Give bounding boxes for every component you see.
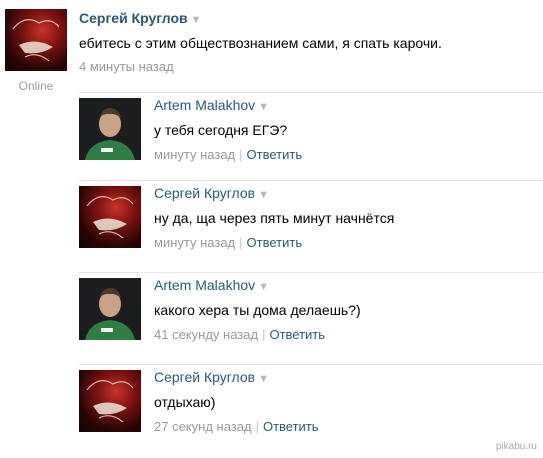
chevron-down-icon[interactable]: ▼: [258, 189, 269, 201]
reply-text: у тебя сегодня ЕГЭ?: [154, 122, 288, 138]
avatar[interactable]: [79, 98, 141, 160]
reply-author[interactable]: Artem Malakhov ▼: [154, 277, 269, 293]
reply-button[interactable]: Ответить: [247, 235, 303, 250]
avatar-art-image: [86, 380, 134, 423]
reply-button[interactable]: Ответить: [247, 147, 303, 162]
reply-timestamp[interactable]: 41 секунду назад: [154, 327, 258, 342]
avatar-art-image: [86, 196, 134, 239]
reply-meta: минуту назад | Ответить: [154, 235, 302, 250]
watermark: pikabu.ru: [495, 441, 537, 452]
chevron-down-icon[interactable]: ▼: [258, 281, 269, 293]
separator: |: [239, 235, 243, 250]
post-author[interactable]: Сергей Круглов ▼: [79, 10, 202, 26]
separator: |: [239, 147, 243, 162]
reply-item: Artem Malakhov ▼ какого хера ты дома дела…: [79, 272, 543, 366]
reply-button[interactable]: Ответить: [269, 327, 325, 342]
reply-button[interactable]: Ответить: [263, 419, 319, 434]
reply-item: Сергей Круглов ▼ ну да, ща через пять мин…: [79, 180, 543, 274]
reply-author[interactable]: Artem Malakhov ▼: [154, 97, 269, 113]
avatar-art-image: [12, 19, 60, 62]
reply-author-name[interactable]: Сергей Круглов: [154, 369, 255, 385]
post-text: ебитесь с этим обществознанием сами, я с…: [79, 35, 442, 51]
separator: |: [262, 327, 266, 342]
chevron-down-icon[interactable]: ▼: [258, 101, 269, 113]
separator: |: [255, 419, 259, 434]
reply-meta: 41 секунду назад | Ответить: [154, 327, 325, 342]
reply-author-name[interactable]: Artem Malakhov: [154, 97, 255, 113]
reply-item: Сергей Круглов ▼ отдыхаю) 27 секунд назад…: [79, 364, 543, 458]
avatar[interactable]: [5, 9, 67, 71]
reply-author-name[interactable]: Artem Malakhov: [154, 277, 255, 293]
post-author-name[interactable]: Сергей Круглов: [79, 10, 188, 26]
reply-meta: минуту назад | Ответить: [154, 147, 302, 162]
reply-author[interactable]: Сергей Круглов ▼: [154, 185, 269, 201]
reply-timestamp[interactable]: 27 секунд назад: [154, 419, 252, 434]
chevron-down-icon[interactable]: ▼: [258, 373, 269, 385]
reply-text: какого хера ты дома делаешь?): [154, 302, 361, 318]
reply-text: ну да, ща через пять минут начнётся: [154, 210, 395, 226]
reply-item: Artem Malakhov ▼ у тебя сегодня ЕГЭ? мину…: [79, 92, 543, 186]
reply-text: отдыхаю): [154, 394, 216, 410]
avatar[interactable]: [79, 186, 141, 248]
reply-author-name[interactable]: Сергей Круглов: [154, 185, 255, 201]
reply-timestamp[interactable]: минуту назад: [154, 147, 235, 162]
online-status: Online: [18, 79, 54, 93]
chevron-down-icon[interactable]: ▼: [191, 14, 202, 26]
avatar-photo-image: [79, 98, 141, 160]
avatar-photo-image: [79, 278, 141, 340]
post-timestamp[interactable]: 4 минуты назад: [79, 59, 174, 74]
avatar[interactable]: [79, 370, 141, 432]
reply-meta: 27 секунд назад | Ответить: [154, 419, 319, 434]
avatar[interactable]: [79, 278, 141, 340]
reply-timestamp[interactable]: минуту назад: [154, 235, 235, 250]
reply-author[interactable]: Сергей Круглов ▼: [154, 369, 269, 385]
